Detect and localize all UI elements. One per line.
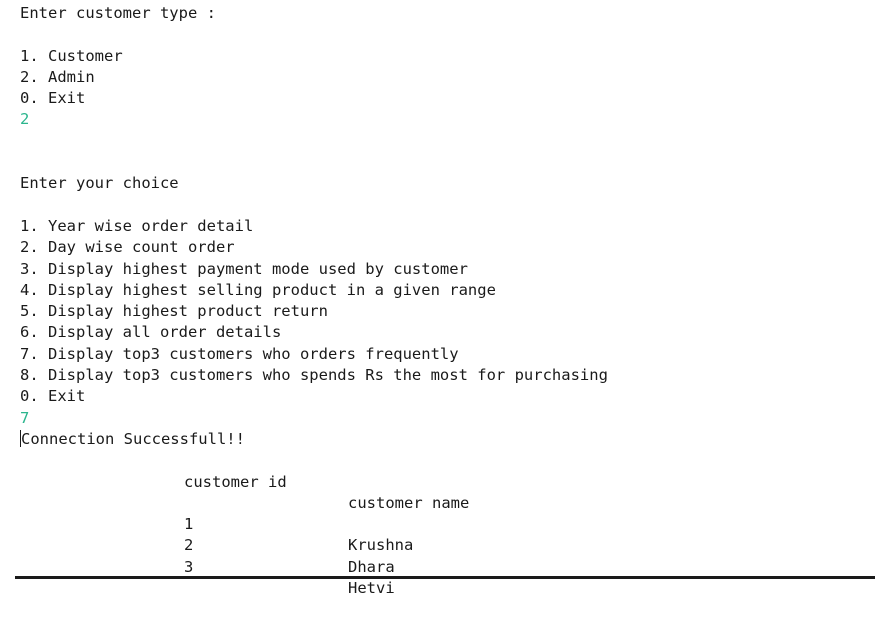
menu-option: 2. Day wise count order (20, 238, 235, 257)
console-output: Enter customer type : 1. Customer 2. Adm… (20, 3, 880, 597)
menu-option: 1. Year wise order detail (20, 216, 254, 235)
table-row: 2 Dhara (20, 514, 880, 575)
menu-option: 7. Display top3 customers who orders fre… (20, 344, 459, 363)
connection-status: Connection Successfull!! (21, 429, 245, 448)
choice-prompt: Enter your choice (20, 174, 179, 193)
menu-option: 2. Admin (20, 67, 95, 86)
table-header: customer id customer name (20, 450, 880, 512)
menu-option: 3. Display highest payment mode used by … (20, 259, 468, 278)
table-row: 1 Krushna (20, 493, 880, 554)
customer-name: Hetvi (348, 579, 395, 598)
menu-option: 0. Exit (20, 89, 86, 108)
customer-id: 3 (184, 557, 194, 576)
status-line: Connection Successfull!! (20, 429, 880, 450)
customer-type-prompt: Enter customer type : (20, 4, 216, 22)
menu-option: 1. Customer (20, 46, 123, 65)
user-input-echo: 2 (20, 110, 30, 129)
menu-option: 8. Display top3 customers who spends Rs … (20, 366, 608, 385)
menu-option: 4. Display highest selling product in a … (20, 280, 496, 299)
table-row: 3 Hetvi (20, 535, 880, 597)
customer-name: Dhara (348, 557, 395, 576)
column-header-id: customer id (184, 472, 287, 491)
menu-option: 6. Display all order details (20, 323, 282, 342)
menu-option: 0. Exit (20, 387, 86, 406)
menu-option: 5. Display highest product return (20, 302, 328, 321)
bottom-divider (15, 576, 875, 579)
user-input-echo: 7 (20, 408, 30, 427)
